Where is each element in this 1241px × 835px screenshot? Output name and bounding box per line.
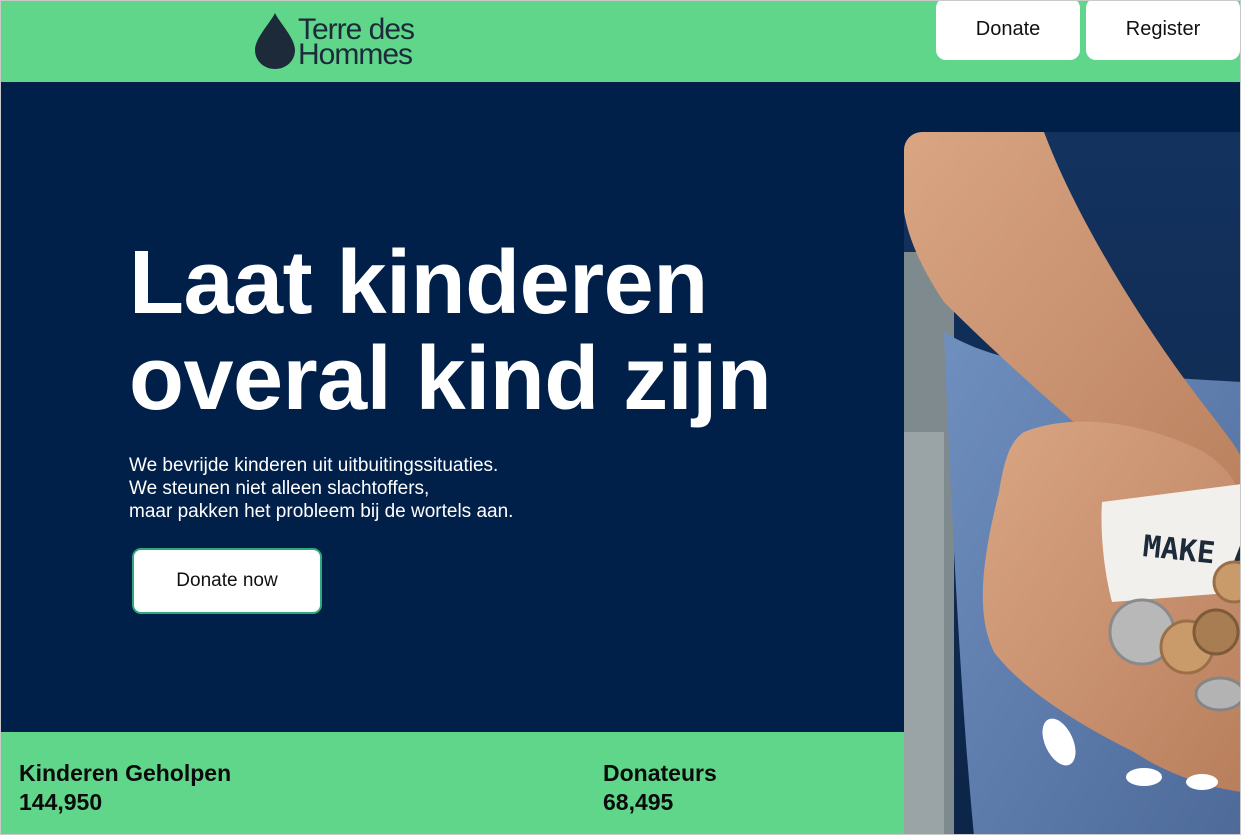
hero-title-line-1: Laat kinderen xyxy=(129,233,708,333)
site-header: Terre des Hommes Donate Register xyxy=(1,1,1240,82)
hero-subtitle: We bevrijde kinderen uit uitbuitingssitu… xyxy=(129,454,649,523)
hero-photo: MAKE A xyxy=(904,132,1240,834)
stat-value: 68,495 xyxy=(603,789,674,815)
donate-now-button[interactable]: Donate now xyxy=(132,548,322,614)
logo-line-2: Hommes xyxy=(298,38,413,71)
water-drop-icon xyxy=(255,13,295,69)
hero-title: Laat kinderen overal kind zijn xyxy=(129,235,849,427)
stat-donateurs: Donateurs 68,495 xyxy=(603,759,717,817)
hero-title-line-2: overal kind zijn xyxy=(129,329,772,429)
hero-subtitle-line-2: We steunen niet alleen slachtoffers, xyxy=(129,478,430,499)
page: Terre des Hommes Donate Register Laat ki… xyxy=(0,0,1241,835)
hero-photo-illustration: MAKE A xyxy=(904,132,1240,834)
header-donate-button[interactable]: Donate xyxy=(936,1,1080,60)
stat-value: 144,950 xyxy=(19,789,103,815)
stat-label: Donateurs xyxy=(603,760,717,786)
brand-logo[interactable]: Terre des Hommes xyxy=(253,12,415,71)
hero-subtitle-line-3: maar pakken het probleem bij de wortels … xyxy=(129,501,514,522)
stats-bar: Kinderen Geholpen 144,950 Donateurs 68,4… xyxy=(1,732,904,834)
stat-label: Kinderen Geholpen xyxy=(19,760,232,786)
stat-kinderen-geholpen: Kinderen Geholpen 144,950 xyxy=(19,759,231,817)
logo-wordmark: Terre des Hommes xyxy=(298,15,415,71)
header-register-button[interactable]: Register xyxy=(1086,1,1240,60)
hero-subtitle-line-1: We bevrijde kinderen uit uitbuitingssitu… xyxy=(129,455,499,476)
